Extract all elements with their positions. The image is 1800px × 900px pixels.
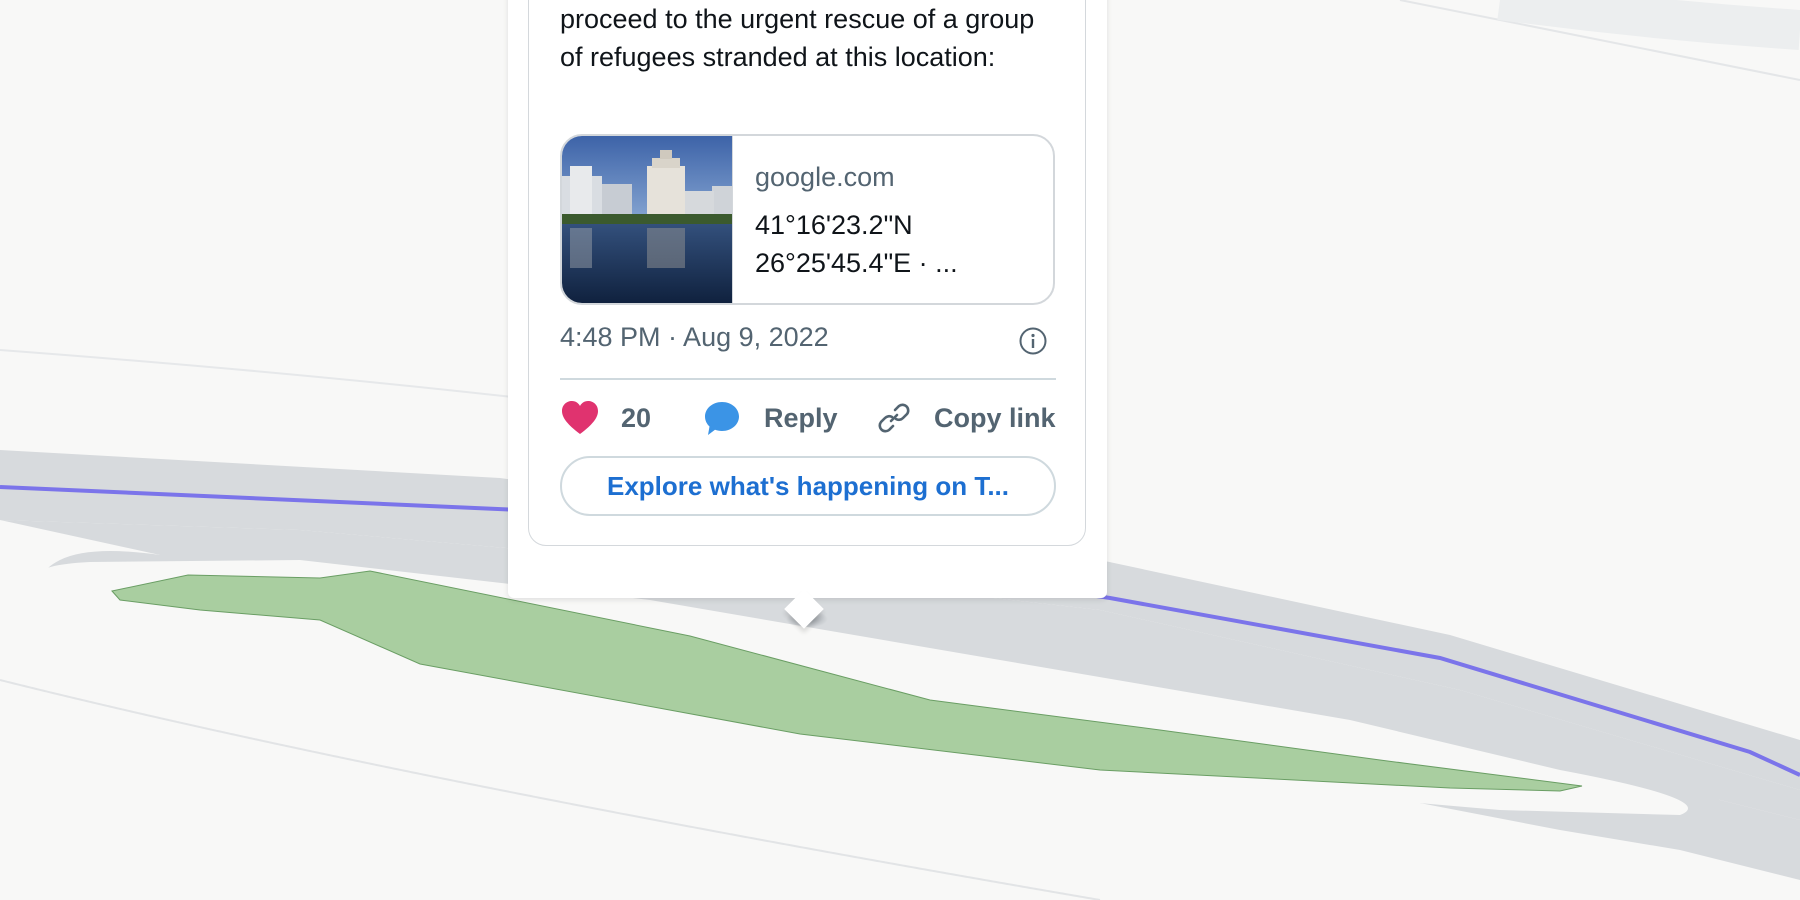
divider (560, 378, 1056, 380)
copy-link-label: Copy link (934, 402, 1056, 433)
tweet-timestamp[interactable]: 4:48 PM · Aug 9, 2022 (560, 322, 829, 353)
reply-label: Reply (764, 402, 838, 433)
link-title: 41°16'23.2"N 26°25'45.4"E · ... (755, 210, 958, 278)
tweet-text: proceed to the urgent rescue of a group … (560, 4, 1035, 72)
reply-bubble-icon (705, 402, 739, 435)
link-icon (878, 403, 910, 433)
info-icon[interactable] (1018, 326, 1048, 356)
link-domain: google.com (755, 162, 895, 192)
like-count: 20 (621, 402, 652, 433)
explore-button[interactable]: Explore what's happening on T... (560, 456, 1056, 516)
link-thumbnail (562, 136, 733, 303)
heart-icon (562, 401, 598, 434)
like-button[interactable]: 20 (562, 396, 651, 440)
copy-link-button[interactable]: Copy link (876, 396, 1056, 440)
link-preview-card[interactable]: google.com 41°16'23.2"N 26°25'45.4"E · .… (560, 134, 1055, 305)
reply-button[interactable]: Reply (704, 396, 838, 440)
